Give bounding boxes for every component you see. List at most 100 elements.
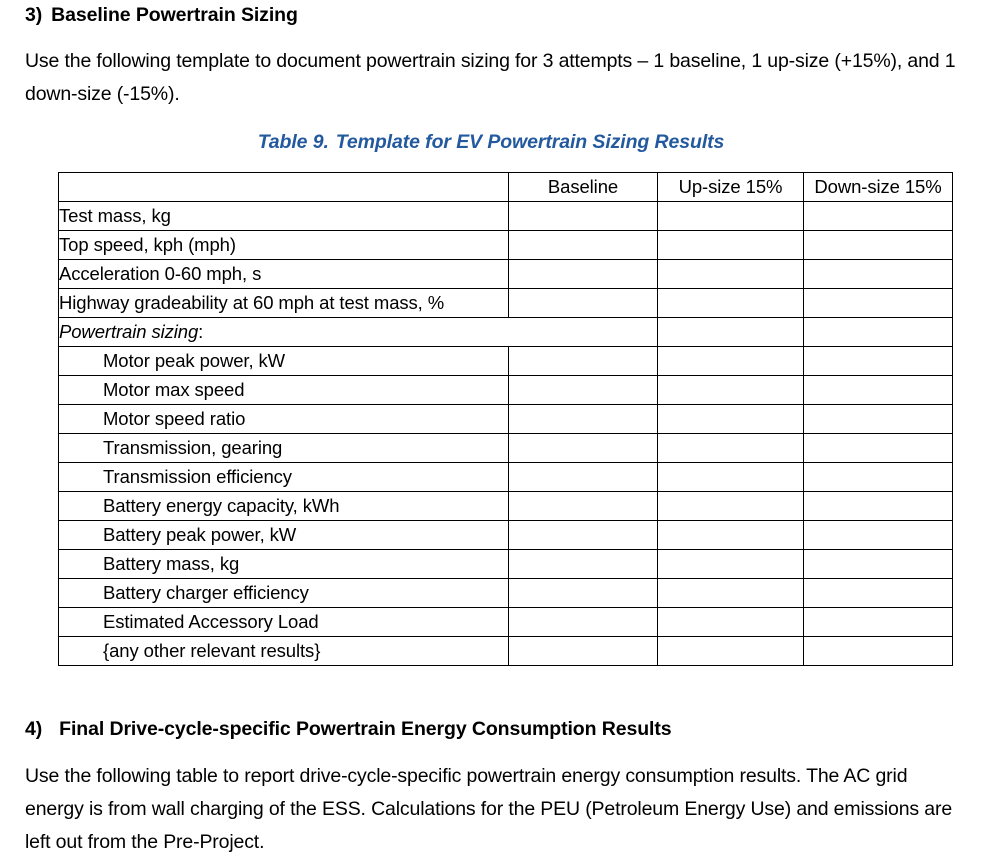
table-cell-input[interactable] — [657, 259, 804, 289]
table-cell-input[interactable] — [803, 491, 953, 521]
row-label-text: Highway gradeability at 60 mph at test m… — [59, 292, 445, 313]
row-label-text: Transmission efficiency — [103, 466, 292, 487]
table-cell-input[interactable] — [508, 433, 658, 463]
table-cell-input[interactable] — [508, 607, 658, 637]
row-label-text: Battery energy capacity, kWh — [103, 495, 340, 516]
table-cell-input[interactable] — [657, 578, 804, 608]
table-row: Top speed, kph (mph) — [58, 230, 953, 260]
row-label-text: Top speed, kph (mph) — [59, 234, 236, 255]
section-4-title: Final Drive-cycle-specific Powertrain En… — [59, 718, 672, 740]
ev-powertrain-sizing-table: Baseline Up-size 15% Down-size 15% Test mas… — [58, 172, 953, 666]
table-cell-input[interactable] — [803, 578, 953, 608]
row-label: Battery peak power, kW — [58, 520, 509, 550]
row-label-text: Motor peak power, kW — [103, 350, 286, 371]
table-cell-input[interactable] — [657, 288, 804, 318]
section-3-number: 3) — [25, 4, 43, 26]
table-row: Battery energy capacity, kWh — [58, 491, 953, 521]
row-label: Estimated Accessory Load — [58, 607, 509, 637]
table-cell-input[interactable] — [508, 520, 658, 550]
table-cell-input[interactable] — [508, 549, 658, 579]
table-cell-input[interactable] — [508, 491, 658, 521]
row-label-text: {any other relevant results} — [103, 640, 321, 661]
table-row: Motor peak power, kW — [58, 346, 953, 376]
row-label: Motor peak power, kW — [58, 346, 509, 376]
table-cell-input[interactable] — [803, 317, 953, 347]
table-row: Transmission, gearing — [58, 433, 953, 463]
table-cell-input[interactable] — [657, 201, 804, 231]
row-label-text: Battery charger efficiency — [103, 582, 309, 603]
table-cell-input[interactable] — [803, 375, 953, 405]
section-3-paragraph: Use the following template to document p… — [25, 50, 956, 105]
table-cell-input[interactable] — [803, 520, 953, 550]
section-4-paragraph: Use the following table to report drive-… — [25, 765, 953, 853]
table-cell-input[interactable] — [657, 404, 804, 434]
table-cell-input[interactable] — [657, 636, 804, 666]
table-cell-input[interactable] — [508, 462, 658, 492]
table-row: Powertrain sizing: — [58, 317, 953, 347]
table-cell-input[interactable] — [657, 375, 804, 405]
table-cell-input[interactable] — [803, 433, 953, 463]
table-cell-input[interactable] — [657, 230, 804, 260]
row-label: Battery charger efficiency — [58, 578, 509, 608]
row-label: Powertrain sizing: — [58, 317, 658, 347]
table-caption-title: Template for EV Powertrain Sizing Result… — [335, 131, 725, 153]
table-cell-input[interactable] — [508, 288, 658, 318]
table-row: Estimated Accessory Load — [58, 607, 953, 637]
table-cell-input[interactable] — [508, 230, 658, 260]
table-cell-input[interactable] — [803, 607, 953, 637]
table-cell-input[interactable] — [508, 375, 658, 405]
table-cell-input[interactable] — [803, 201, 953, 231]
row-label: Battery energy capacity, kWh — [58, 491, 509, 521]
row-label: Transmission efficiency — [58, 462, 509, 492]
table-cell-input[interactable] — [657, 433, 804, 463]
table-cell-input[interactable] — [803, 288, 953, 318]
table-row: Motor max speed — [58, 375, 953, 405]
table-row: Test mass, kg — [58, 201, 953, 231]
table-cell-input[interactable] — [657, 491, 804, 521]
table-cell-input[interactable] — [803, 404, 953, 434]
column-header-up-size-15: Up-size 15% — [657, 172, 804, 202]
section-4-heading: 4) Final Drive-cycle-specific Powertrain … — [25, 718, 672, 741]
table-cell-input[interactable] — [657, 520, 804, 550]
table-cell-input[interactable] — [508, 578, 658, 608]
row-label-text: Powertrain sizing — [59, 321, 199, 342]
table-cell-input[interactable] — [508, 259, 658, 289]
row-label-text: Motor speed ratio — [103, 408, 246, 429]
table-cell-input[interactable] — [657, 346, 804, 376]
sizing-table-wrapper: Baseline Up-size 15% Down-size 15% Test mas… — [58, 172, 953, 666]
table-caption-label: Table 9. — [257, 131, 329, 153]
row-label-suffix: : — [198, 321, 204, 342]
table-row: Acceleration 0-60 mph, s — [58, 259, 953, 289]
table-row: Battery mass, kg — [58, 549, 953, 579]
row-label-text: Acceleration 0-60 mph, s — [59, 263, 262, 284]
table-cell-input[interactable] — [508, 404, 658, 434]
table-cell-input[interactable] — [657, 607, 804, 637]
table-cell-input[interactable] — [508, 346, 658, 376]
table-cell-input[interactable] — [508, 636, 658, 666]
table-row: Battery charger efficiency — [58, 578, 953, 608]
row-label: Motor speed ratio — [58, 404, 509, 434]
table-cell-input[interactable] — [803, 346, 953, 376]
row-label: Transmission, gearing — [58, 433, 509, 463]
column-header-down-size-15: Down-size 15% — [803, 172, 953, 202]
table-row: Highway gradeability at 60 mph at test m… — [58, 288, 953, 318]
table-cell-input[interactable] — [657, 549, 804, 579]
row-label-text: Battery peak power, kW — [103, 524, 297, 545]
table-cell-input[interactable] — [803, 636, 953, 666]
table-cell-input[interactable] — [657, 462, 804, 492]
section-4-number: 4) — [25, 718, 43, 740]
table-caption: Table 9. Template for EV Powertrain Sizin… — [0, 131, 982, 154]
row-label-text: Battery mass, kg — [103, 553, 240, 574]
table-cell-input[interactable] — [803, 462, 953, 492]
row-label: {any other relevant results} — [58, 636, 509, 666]
table-cell-input[interactable] — [803, 259, 953, 289]
row-label: Test mass, kg — [58, 201, 509, 231]
table-row: Transmission efficiency — [58, 462, 953, 492]
row-label-text: Transmission, gearing — [103, 437, 283, 458]
table-cell-input[interactable] — [803, 230, 953, 260]
row-label: Acceleration 0-60 mph, s — [58, 259, 509, 289]
table-header-row: Baseline Up-size 15% Down-size 15% — [58, 172, 953, 202]
table-cell-input[interactable] — [657, 317, 804, 347]
table-cell-input[interactable] — [508, 201, 658, 231]
table-cell-input[interactable] — [803, 549, 953, 579]
